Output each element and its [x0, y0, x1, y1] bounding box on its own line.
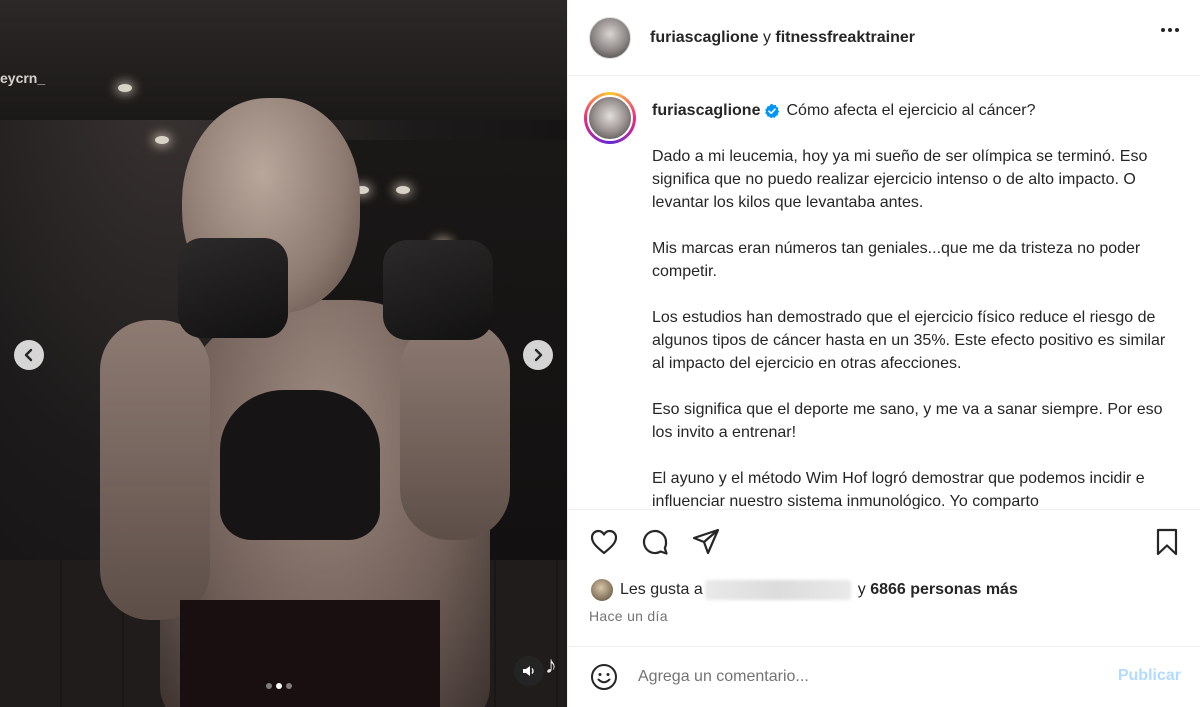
carousel-dot-active — [276, 683, 282, 689]
ceiling-light — [118, 84, 132, 92]
person-arm-right — [400, 320, 510, 540]
caption-text: furiascaglione Cómo afecta el ejercicio … — [652, 99, 1172, 509]
caption-title: Cómo afecta el ejercicio al cáncer? — [786, 102, 1036, 119]
speaker-icon — [523, 666, 534, 676]
carousel-dot — [266, 683, 272, 689]
caption-paragraph: El ayuno y el método Wim Hof logró demos… — [652, 470, 1145, 509]
chevron-left-icon — [24, 348, 33, 362]
person-pants — [180, 600, 440, 707]
post-header: furiascaglione y fitnessfreaktrainer — [568, 0, 1200, 76]
caption-scroll-area[interactable]: furiascaglione Cómo afecta el ejercicio … — [568, 77, 1200, 509]
liker-name-redacted[interactable] — [704, 580, 851, 600]
dumbbell-left — [178, 238, 288, 338]
carousel-prev-button[interactable] — [14, 340, 44, 370]
like-button[interactable] — [588, 526, 620, 558]
post-authors: furiascaglione y fitnessfreaktrainer — [650, 29, 915, 47]
author-avatar[interactable] — [589, 16, 631, 59]
save-button[interactable] — [1151, 526, 1183, 558]
caption-author-avatar[interactable] — [584, 92, 636, 144]
chevron-right-icon — [534, 348, 543, 362]
publish-button[interactable]: Publicar — [1118, 667, 1181, 685]
likes-count-link[interactable]: 6866 personas más — [870, 581, 1018, 599]
carousel-indicator — [266, 683, 292, 689]
send-icon — [692, 528, 720, 554]
likes-summary: Les gusta a y 6866 personas más — [590, 578, 1018, 602]
caption-paragraph: Mis marcas eran números tan geniales...q… — [652, 240, 1141, 280]
audio-toggle-button[interactable] — [514, 656, 544, 686]
caption-paragraph: Los estudios han demostrado que el ejerc… — [652, 309, 1166, 372]
caption-paragraph: Dado a mi leucemia, hoy ya mi sueño de s… — [652, 148, 1148, 211]
comment-input[interactable] — [638, 665, 1098, 689]
comment-icon — [642, 529, 668, 555]
video-watermark: eycrn_ — [0, 70, 46, 86]
caption-paragraph: Eso significa que el deporte me sano, y … — [652, 401, 1163, 441]
authors-joiner: y — [762, 28, 771, 46]
post-media[interactable]: eycrn_ ♪ — [0, 0, 567, 707]
post-timestamp[interactable]: Hace un día — [589, 608, 668, 624]
share-button[interactable] — [690, 526, 722, 558]
tiktok-logo-icon: ♪ — [545, 652, 557, 679]
heart-icon — [590, 529, 618, 554]
emoji-picker-button[interactable] — [588, 661, 620, 693]
carousel-next-button[interactable] — [523, 340, 553, 370]
verified-badge-icon — [765, 103, 780, 118]
comment-bar: Publicar — [568, 646, 1200, 707]
person-arm-left — [100, 320, 210, 620]
dumbbell-right — [383, 240, 493, 340]
more-options-icon[interactable] — [1161, 28, 1179, 32]
collaborator-username-link[interactable]: fitnessfreaktrainer — [775, 29, 915, 46]
person-top — [220, 390, 380, 540]
ceiling-light — [155, 136, 169, 144]
emoji-icon — [591, 664, 617, 690]
post-action-bar — [568, 509, 1200, 573]
ceiling-light — [396, 186, 410, 194]
bookmark-icon — [1156, 528, 1178, 556]
comment-button[interactable] — [639, 526, 671, 558]
likes-prefix: Les gusta a — [620, 581, 703, 598]
likes-joiner: y — [857, 581, 866, 598]
liker-avatar[interactable] — [590, 578, 614, 602]
carousel-dot — [286, 683, 292, 689]
post-side-panel: furiascaglione y fitnessfreaktrainer fur… — [567, 0, 1200, 707]
caption-username-link[interactable]: furiascaglione — [652, 99, 760, 122]
author-username-link[interactable]: furiascaglione — [650, 29, 758, 46]
